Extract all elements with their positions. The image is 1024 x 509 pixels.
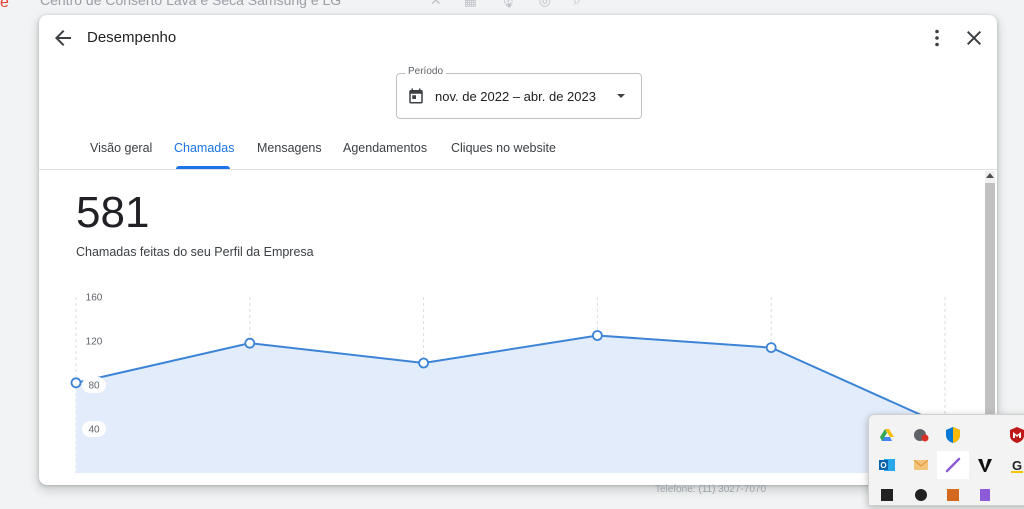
data-point [418,357,430,369]
data-point [592,330,603,341]
calls-chart: 4080120160nov. de 2022dez. de 2022jan. d… [70,293,951,473]
tray-row-icon[interactable] [937,481,969,509]
close-icon[interactable] [962,26,986,50]
period-label: Período [405,66,447,77]
scroll-up-arrow-icon[interactable] [986,173,994,178]
outlook-icon[interactable]: O [871,451,903,479]
y-tick-label: 160 [86,293,103,304]
pen-icon[interactable] [937,451,969,479]
svg-text:G: G [1012,458,1022,473]
tab-bar: Visão geral Chamadas Mensagens Agendamen… [39,137,997,170]
tab-website-clicks[interactable]: Cliques no website [451,141,556,155]
tab-bookings[interactable]: Agendamentos [343,141,427,155]
tab-overview[interactable]: Visão geral [90,141,152,155]
tray-row-icon[interactable] [969,481,1001,509]
tab-messages[interactable]: Mensagens [257,141,322,155]
active-tab-indicator [176,166,230,169]
grammarly-icon[interactable]: G [1001,451,1024,479]
background-search-icons: ✕▦🎙◎⌕ [430,0,603,8]
area-fill [76,335,945,473]
period-value: nov. de 2022 – abr. de 2023 [435,89,596,104]
dialog-title: Desempenho [87,29,177,46]
system-tray-popup: O G [868,414,1024,506]
mail-icon[interactable] [905,451,937,479]
data-point [70,377,82,389]
svg-text:O: O [880,461,886,470]
y-tick-label: 120 [86,337,103,348]
period-selector[interactable]: Período nov. de 2022 – abr. de 2023 [396,66,642,119]
total-calls-value: 581 [76,188,150,237]
background-logo-fragment: e [0,0,9,11]
tray-row-icon[interactable] [871,481,903,509]
google-drive-icon[interactable] [871,421,903,449]
total-calls-caption: Chamadas feitas do seu Perfil da Empresa [76,245,314,259]
dialog-header: Desempenho [39,15,997,63]
mcafee-icon[interactable] [1001,421,1024,449]
y-tick-label: 80 [88,381,100,392]
background-phone-text: Telefone: (11) 3027-7070 [655,484,767,495]
data-point [244,337,256,349]
tray-row-icon[interactable] [905,481,937,509]
tab-calls[interactable]: Chamadas [174,141,234,155]
more-options-icon[interactable] [925,26,949,50]
y-tick-label: 40 [88,425,100,436]
calendar-icon [409,88,423,104]
data-point [765,342,777,353]
cloud-sync-icon[interactable] [905,421,937,449]
vectorworks-icon[interactable] [969,451,1001,479]
dropdown-caret-icon [617,94,625,98]
performance-dialog: Desempenho Período nov. de 2022 – abr. d… [39,15,997,485]
security-shield-icon[interactable] [937,421,969,449]
back-arrow-icon[interactable] [51,26,75,50]
